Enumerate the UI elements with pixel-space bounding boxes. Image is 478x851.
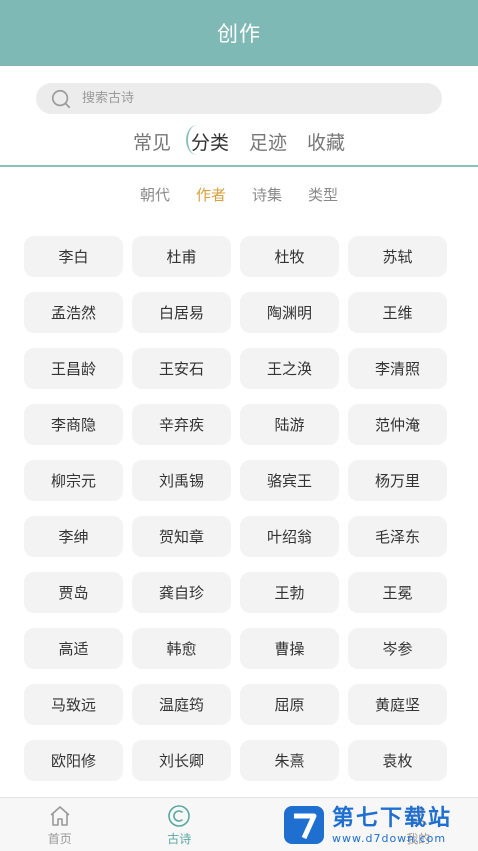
watermark-title: 第七下载站 (332, 806, 452, 832)
subtab-collection[interactable]: 诗集 (252, 184, 282, 206)
author-chip[interactable]: 毛泽东 (348, 516, 447, 557)
divider (0, 165, 478, 167)
author-chip[interactable]: 马致远 (24, 684, 123, 725)
author-chip[interactable]: 柳宗元 (24, 460, 123, 501)
author-chip[interactable]: 朱熹 (240, 740, 339, 781)
tab-common[interactable]: 常见 (133, 128, 171, 155)
author-chip[interactable]: 陆游 (240, 404, 339, 445)
author-chip[interactable]: 曹操 (240, 628, 339, 669)
author-chip[interactable]: 王冕 (348, 572, 447, 613)
author-chip[interactable]: 王安石 (132, 348, 231, 389)
watermark: 第七下载站 www.d7down.com (282, 800, 478, 850)
subtab-dynasty[interactable]: 朝代 (140, 184, 170, 206)
author-chip[interactable]: 辛弃疾 (132, 404, 231, 445)
author-chip[interactable]: 高适 (24, 628, 123, 669)
author-chip[interactable]: 贺知章 (132, 516, 231, 557)
subtab-author[interactable]: 作者 (196, 184, 226, 206)
author-chip[interactable]: 屈原 (240, 684, 339, 725)
app-header: 创作 (0, 0, 478, 66)
author-chip[interactable]: 叶绍翁 (240, 516, 339, 557)
author-chip[interactable]: 杨万里 (348, 460, 447, 501)
subtab-type[interactable]: 类型 (308, 184, 338, 206)
tab-category[interactable]: 分类 (191, 128, 229, 155)
author-chip[interactable]: 王维 (348, 292, 447, 333)
poem-icon (167, 804, 191, 828)
author-chip[interactable]: 韩愈 (132, 628, 231, 669)
d7-logo-icon (282, 802, 328, 848)
author-chip[interactable]: 杜甫 (132, 236, 231, 277)
author-chip[interactable]: 苏轼 (348, 236, 447, 277)
author-chip[interactable]: 李绅 (24, 516, 123, 557)
author-chip[interactable]: 黄庭坚 (348, 684, 447, 725)
nav-poems-label: 古诗 (167, 830, 191, 847)
author-chip[interactable]: 白居易 (132, 292, 231, 333)
author-chip[interactable]: 范仲淹 (348, 404, 447, 445)
author-chip[interactable]: 李清照 (348, 348, 447, 389)
author-chip[interactable]: 李商隐 (24, 404, 123, 445)
author-grid: 李白 杜甫 杜牧 苏轼 孟浩然 白居易 陶渊明 王维 王昌龄 王安石 王之涣 李… (24, 236, 454, 781)
author-chip[interactable]: 袁枚 (348, 740, 447, 781)
nav-home-label: 首页 (48, 830, 72, 847)
main-tabs: 常见 分类 足迹 收藏 (0, 124, 478, 158)
author-chip[interactable]: 刘长卿 (132, 740, 231, 781)
home-icon (48, 804, 72, 828)
nav-home[interactable]: 首页 (0, 798, 120, 851)
watermark-url: www.d7down.com (332, 832, 452, 845)
author-chip[interactable]: 孟浩然 (24, 292, 123, 333)
author-chip[interactable]: 王之涣 (240, 348, 339, 389)
tab-footprint[interactable]: 足迹 (249, 128, 287, 155)
author-chip[interactable]: 龚自珍 (132, 572, 231, 613)
sub-tabs: 朝代 作者 诗集 类型 (0, 184, 478, 206)
author-chip[interactable]: 杜牧 (240, 236, 339, 277)
search-bar[interactable] (36, 83, 442, 114)
search-input[interactable] (80, 90, 384, 107)
author-chip[interactable]: 温庭筠 (132, 684, 231, 725)
tab-favorites[interactable]: 收藏 (307, 128, 345, 155)
author-chip[interactable]: 王昌龄 (24, 348, 123, 389)
author-chip[interactable]: 李白 (24, 236, 123, 277)
author-chip[interactable]: 骆宾王 (240, 460, 339, 501)
author-chip[interactable]: 贾岛 (24, 572, 123, 613)
author-chip[interactable]: 岑参 (348, 628, 447, 669)
nav-poems[interactable]: 古诗 (120, 798, 240, 851)
author-chip[interactable]: 陶渊明 (240, 292, 339, 333)
page-title: 创作 (217, 18, 261, 48)
search-icon (50, 88, 72, 110)
author-chip[interactable]: 刘禹锡 (132, 460, 231, 501)
author-chip[interactable]: 王勃 (240, 572, 339, 613)
author-chip[interactable]: 欧阳修 (24, 740, 123, 781)
